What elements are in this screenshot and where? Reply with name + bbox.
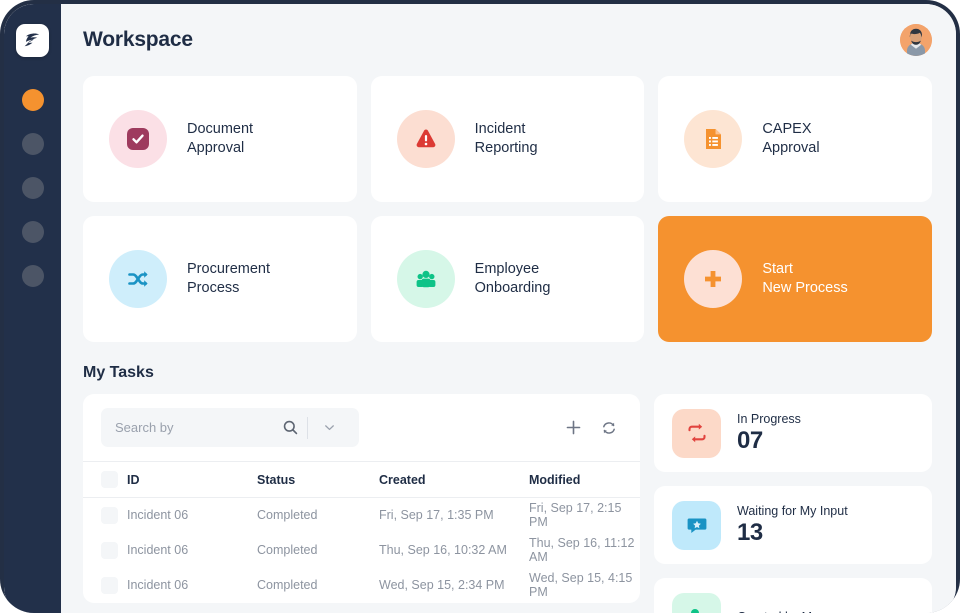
stat-card-label: In Progress [737, 412, 801, 426]
row-select-cell [83, 498, 127, 533]
stat-card-label: Created by Me [737, 610, 819, 613]
process-card-employee-onboarding[interactable]: Employee Onboarding [370, 216, 645, 342]
cell-created: Wed, Sep 15, 2:34 PM [379, 578, 505, 592]
shuffle-icon [109, 250, 167, 308]
process-card-grid: Document Approval Incident Reporting CAP… [61, 76, 956, 342]
sidebar-item-4[interactable] [21, 221, 44, 243]
table-row[interactable]: Incident 06 Completed Fri, Sep 17, 1:35 … [83, 498, 640, 533]
process-card-label: Procurement Process [187, 261, 271, 296]
sidebar-item-5[interactable] [21, 265, 44, 287]
column-header-modified[interactable]: Modified [529, 462, 640, 498]
process-card-incident-reporting[interactable]: Incident Reporting [370, 76, 645, 202]
process-card-start-new-process[interactable]: Start New Process [658, 216, 932, 342]
plus-circle-icon [684, 250, 743, 308]
tasks-table: ID Status Created Modified Incident 06 C… [83, 461, 640, 603]
cell-created: Fri, Sep 17, 1:35 PM [379, 508, 494, 523]
select-all-checkbox[interactable] [101, 471, 118, 488]
process-card-label: Incident Reporting [474, 121, 538, 156]
process-card-label: Start New Process [762, 261, 848, 296]
brand-swoosh-icon [22, 30, 43, 51]
row-checkbox[interactable] [101, 541, 118, 559]
device-frame: Workspace Document Approval Incident Rep… [0, 0, 960, 613]
chat-star-icon [672, 500, 721, 550]
cell-modified: Fri, Sep 17, 2:15 PM [529, 501, 622, 530]
process-card-label: Employee Onboarding [474, 261, 551, 296]
row-checkbox[interactable] [101, 576, 118, 594]
top-bar: Workspace [61, 4, 956, 76]
stat-card-text: Waiting for My Input 13 [737, 504, 848, 546]
tasks-panel: ID Status Created Modified Incident 06 [83, 394, 640, 603]
warning-icon [396, 110, 455, 168]
stat-card-label: Waiting for My Input [737, 504, 848, 518]
user-plus-icon [672, 592, 721, 613]
refresh-icon[interactable] [596, 415, 622, 441]
app-window: Workspace Document Approval Incident Rep… [4, 4, 956, 613]
stat-card-created-by-me[interactable]: Created by Me [654, 578, 932, 613]
cell-modified: Wed, Sep 15, 4:15 PM [529, 571, 633, 599]
search-divider [307, 416, 308, 439]
search-input[interactable] [101, 408, 277, 447]
search-icon[interactable] [277, 408, 303, 447]
search-box [101, 408, 359, 447]
lower-section: ID Status Created Modified Incident 06 [61, 394, 956, 613]
process-card-document-approval[interactable]: Document Approval [83, 76, 357, 202]
row-select-cell [83, 568, 127, 603]
plus-icon[interactable] [560, 415, 586, 441]
column-header-status[interactable]: Status [257, 462, 379, 498]
table-row[interactable]: Incident 06 Completed Wed, Sep 15, 2:34 … [83, 568, 640, 603]
cell-modified: Thu, Sep 16, 11:12 AM [529, 536, 635, 564]
cell-status: Completed [257, 578, 318, 592]
avatar[interactable] [900, 24, 932, 56]
process-card-label: CAPEX Approval [762, 121, 820, 156]
stat-cards: In Progress 07 Waiting for My Input 13 [654, 394, 932, 613]
process-card-procurement-process[interactable]: Procurement Process [83, 216, 357, 342]
tasks-toolbar [83, 394, 640, 461]
document-list-icon [684, 110, 743, 168]
stat-card-text: Created by Me [737, 610, 819, 613]
row-select-cell [83, 533, 127, 568]
cell-id: Incident 06 [127, 578, 189, 592]
table-row[interactable]: Incident 06 Completed Thu, Sep 16, 10:32… [83, 533, 640, 568]
sidebar-item-1[interactable] [21, 89, 44, 111]
cell-created: Thu, Sep 16, 10:32 AM [379, 543, 507, 557]
cell-status: Completed [257, 543, 318, 557]
people-group-icon [396, 250, 455, 308]
process-card-capex-approval[interactable]: CAPEX Approval [658, 76, 932, 202]
cell-id: Incident 06 [127, 508, 189, 523]
section-title-my-tasks: My Tasks [83, 364, 154, 381]
app-logo[interactable] [16, 24, 49, 57]
stat-card-value: 07 [737, 427, 763, 454]
main-content: Workspace Document Approval Incident Rep… [61, 4, 956, 613]
check-square-icon [109, 110, 167, 168]
cell-id: Incident 06 [127, 543, 189, 557]
process-card-label: Document Approval [187, 121, 254, 156]
stat-card-waiting-for-my-input[interactable]: Waiting for My Input 13 [654, 486, 932, 564]
table-header-row: ID Status Created Modified [83, 461, 640, 498]
stat-card-in-progress[interactable]: In Progress 07 [654, 394, 932, 472]
stat-card-text: In Progress 07 [737, 412, 801, 454]
chevron-down-icon[interactable] [312, 408, 346, 447]
column-header-id[interactable]: ID [127, 462, 257, 498]
stat-card-value: 13 [737, 519, 763, 546]
cell-status: Completed [257, 508, 318, 523]
repeat-icon [672, 408, 721, 458]
sidebar [4, 4, 61, 613]
column-header-created[interactable]: Created [379, 462, 529, 498]
sidebar-item-3[interactable] [21, 177, 44, 199]
sidebar-nav [4, 89, 61, 309]
select-all-cell [83, 462, 127, 498]
sidebar-item-2[interactable] [21, 133, 44, 155]
page-title: Workspace [83, 28, 193, 51]
row-checkbox[interactable] [101, 506, 118, 524]
